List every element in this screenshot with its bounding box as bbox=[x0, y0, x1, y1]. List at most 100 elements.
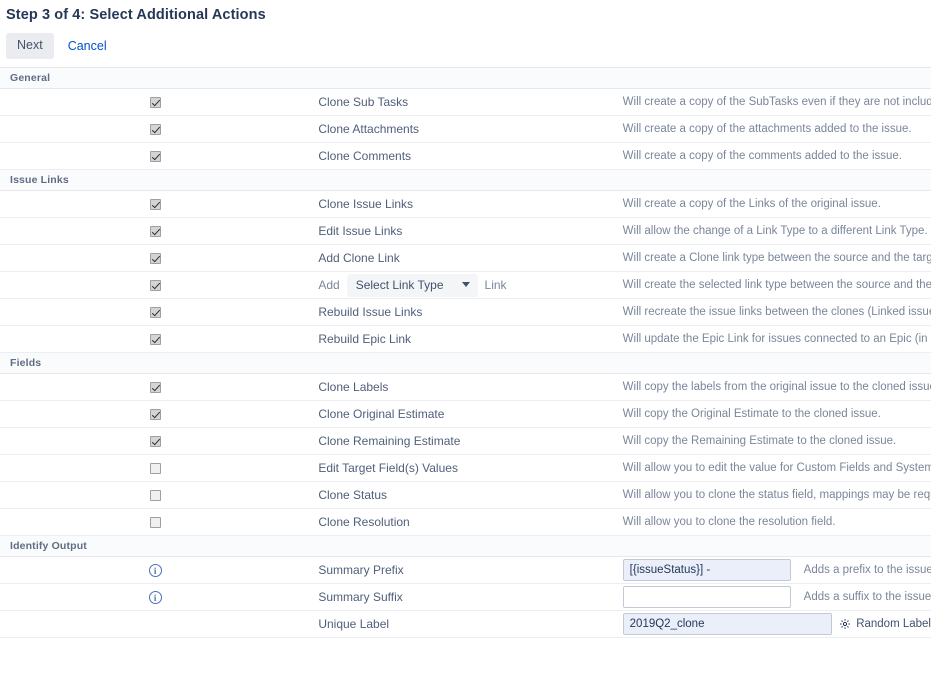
checkbox-cell-clone-original-estimate[interactable] bbox=[0, 400, 311, 428]
checkbox-add-link-type[interactable] bbox=[149, 280, 161, 292]
checkbox-clone-comments[interactable] bbox=[149, 151, 161, 163]
row-label: Rebuild Epic Link bbox=[310, 325, 621, 353]
table-row[interactable]: Clone Original Estimate Will copy the Or… bbox=[0, 400, 931, 428]
checkbox-clone-original-estimate[interactable] bbox=[149, 409, 161, 421]
table-row[interactable]: Clone Status Will allow you to clone the… bbox=[0, 481, 931, 509]
checkbox-clone-resolution[interactable] bbox=[149, 517, 161, 529]
section-header-fields: Fields bbox=[0, 352, 931, 374]
table-row[interactable]: Edit Target Field(s) Values Will allow y… bbox=[0, 454, 931, 482]
section-title: Fields bbox=[0, 352, 931, 374]
row-label: Edit Issue Links bbox=[310, 217, 621, 245]
table-row[interactable]: Rebuild Issue Links Will recreate the is… bbox=[0, 298, 931, 326]
checkbox-clone-sub-tasks[interactable] bbox=[149, 97, 161, 109]
checkbox-cell-add-link-type[interactable] bbox=[0, 271, 311, 299]
link-suffix-label: Link bbox=[484, 278, 507, 292]
row-description: Will copy the Original Estimate to the c… bbox=[620, 400, 931, 428]
summary-suffix-cell: Adds a suffix to the issue summary. Type… bbox=[620, 583, 931, 611]
section-title: Identify Output bbox=[0, 535, 931, 557]
next-button[interactable]: Next bbox=[6, 33, 54, 59]
row-description: Will create a Clone link type between th… bbox=[620, 244, 931, 272]
checkbox-cell-clone-issue-links[interactable] bbox=[0, 190, 311, 218]
summary-prefix-cell: Adds a prefix to the issue summary. Type… bbox=[620, 556, 931, 584]
chevron-down-icon bbox=[461, 282, 470, 287]
checkbox-clone-status[interactable] bbox=[149, 490, 161, 502]
table-row[interactable]: Unique Label Random Label bbox=[0, 610, 931, 638]
table-row[interactable]: Add Clone Link Will create a Clone link … bbox=[0, 244, 931, 272]
checkbox-cell-clone-remaining-estimate[interactable] bbox=[0, 427, 311, 455]
checkbox-add-clone-link[interactable] bbox=[149, 253, 161, 265]
section-title: Issue Links bbox=[0, 169, 931, 191]
page-title: Step 3 of 4: Select Additional Actions bbox=[6, 7, 266, 23]
checkbox-cell-clone-attachments[interactable] bbox=[0, 115, 311, 143]
checkbox-edit-issue-links[interactable] bbox=[149, 226, 161, 238]
table-row[interactable]: Clone Remaining Estimate Will copy the R… bbox=[0, 427, 931, 455]
checkbox-rebuild-epic-link[interactable] bbox=[149, 334, 161, 346]
checkbox-clone-issue-links[interactable] bbox=[149, 199, 161, 211]
wizard-actions: Next Cancel bbox=[0, 23, 931, 67]
checkbox-edit-target-fields[interactable] bbox=[149, 463, 161, 475]
row-description: Will allow the change of a Link Type to … bbox=[620, 217, 931, 245]
gear-icon bbox=[839, 618, 851, 630]
table-row[interactable]: Rebuild Epic Link Will update the Epic L… bbox=[0, 325, 931, 353]
checkbox-cell-clone-sub-tasks[interactable] bbox=[0, 88, 311, 116]
checkbox-cell-clone-resolution[interactable] bbox=[0, 508, 311, 536]
info-cell-summary-prefix: i bbox=[0, 556, 311, 584]
row-label: Clone Comments bbox=[310, 142, 621, 170]
row-description: Will allow you to edit the value for Cus… bbox=[620, 454, 931, 482]
info-cell-summary-suffix: i bbox=[0, 583, 311, 611]
checkbox-cell-rebuild-epic-link[interactable] bbox=[0, 325, 311, 353]
cancel-link[interactable]: Cancel bbox=[62, 34, 113, 58]
row-label-add-link-type: Add Select Link Type Link bbox=[310, 271, 621, 299]
checkbox-cell-edit-issue-links[interactable] bbox=[0, 217, 311, 245]
table-row[interactable]: Clone Sub Tasks Will create a copy of th… bbox=[0, 88, 931, 116]
table-row[interactable]: Clone Attachments Will create a copy of … bbox=[0, 115, 931, 143]
unique-label-input[interactable] bbox=[622, 613, 833, 635]
add-prefix-label: Add bbox=[318, 278, 340, 292]
row-label: Clone Attachments bbox=[310, 115, 621, 143]
row-label: Clone Labels bbox=[310, 373, 621, 401]
clone-wizard-page: Step 3 of 4: Select Additional Actions N… bbox=[0, 0, 931, 689]
row-label: Clone Status bbox=[310, 481, 621, 509]
checkbox-rebuild-issue-links[interactable] bbox=[149, 307, 161, 319]
summary-prefix-hint: Adds a prefix to the issue summary. Type… bbox=[803, 564, 931, 576]
row-description: Will copy the Remaining Estimate to the … bbox=[620, 427, 931, 455]
checkbox-clone-remaining-estimate[interactable] bbox=[149, 436, 161, 448]
checkbox-clone-labels[interactable] bbox=[149, 382, 161, 394]
info-icon[interactable]: i bbox=[148, 591, 162, 605]
row-description: Will allow you to clone the status field… bbox=[620, 481, 931, 509]
summary-prefix-input[interactable] bbox=[622, 559, 791, 581]
row-label: Clone Sub Tasks bbox=[310, 88, 621, 116]
row-label: Clone Resolution bbox=[310, 508, 621, 536]
row-label: Clone Original Estimate bbox=[310, 400, 621, 428]
summary-suffix-input[interactable] bbox=[622, 586, 791, 608]
section-header-identify-output: Identify Output bbox=[0, 535, 931, 557]
additional-actions-table: General Clone Sub Tasks Will create a co… bbox=[0, 67, 931, 638]
table-row[interactable]: i Summary Prefix Adds a prefix to the is… bbox=[0, 556, 931, 584]
table-row[interactable]: Clone Comments Will create a copy of the… bbox=[0, 142, 931, 170]
checkbox-cell-clone-status[interactable] bbox=[0, 481, 311, 509]
row-label: Clone Remaining Estimate bbox=[310, 427, 621, 455]
table-row[interactable]: Clone Issue Links Will create a copy of … bbox=[0, 190, 931, 218]
row-description: Will recreate the issue links between th… bbox=[620, 298, 931, 326]
row-description: Will copy the labels from the original i… bbox=[620, 373, 931, 401]
row-label: Summary Suffix bbox=[310, 583, 621, 611]
section-header-general: General bbox=[0, 67, 931, 89]
checkbox-cell-clone-comments[interactable] bbox=[0, 142, 311, 170]
checkbox-cell-clone-labels[interactable] bbox=[0, 373, 311, 401]
table-row[interactable]: Clone Resolution Will allow you to clone… bbox=[0, 508, 931, 536]
table-row[interactable]: Clone Labels Will copy the labels from t… bbox=[0, 373, 931, 401]
checkbox-cell-add-clone-link[interactable] bbox=[0, 244, 311, 272]
random-label-text: Random Label bbox=[856, 618, 931, 630]
checkbox-cell-edit-target-fields[interactable] bbox=[0, 454, 311, 482]
table-row[interactable]: i Summary Suffix Adds a suffix to the is… bbox=[0, 583, 931, 611]
info-icon[interactable]: i bbox=[148, 564, 162, 578]
row-label: Summary Prefix bbox=[310, 556, 621, 584]
row-label: Rebuild Issue Links bbox=[310, 298, 621, 326]
table-row[interactable]: Add Select Link Type Link Will create th… bbox=[0, 271, 931, 299]
checkbox-cell-rebuild-issue-links[interactable] bbox=[0, 298, 311, 326]
summary-suffix-hint: Adds a suffix to the issue summary. Type… bbox=[803, 591, 931, 603]
select-link-type-dropdown[interactable]: Select Link Type bbox=[346, 273, 478, 297]
checkbox-clone-attachments[interactable] bbox=[149, 124, 161, 136]
table-row[interactable]: Edit Issue Links Will allow the change o… bbox=[0, 217, 931, 245]
random-label-button[interactable]: Random Label bbox=[839, 618, 931, 630]
